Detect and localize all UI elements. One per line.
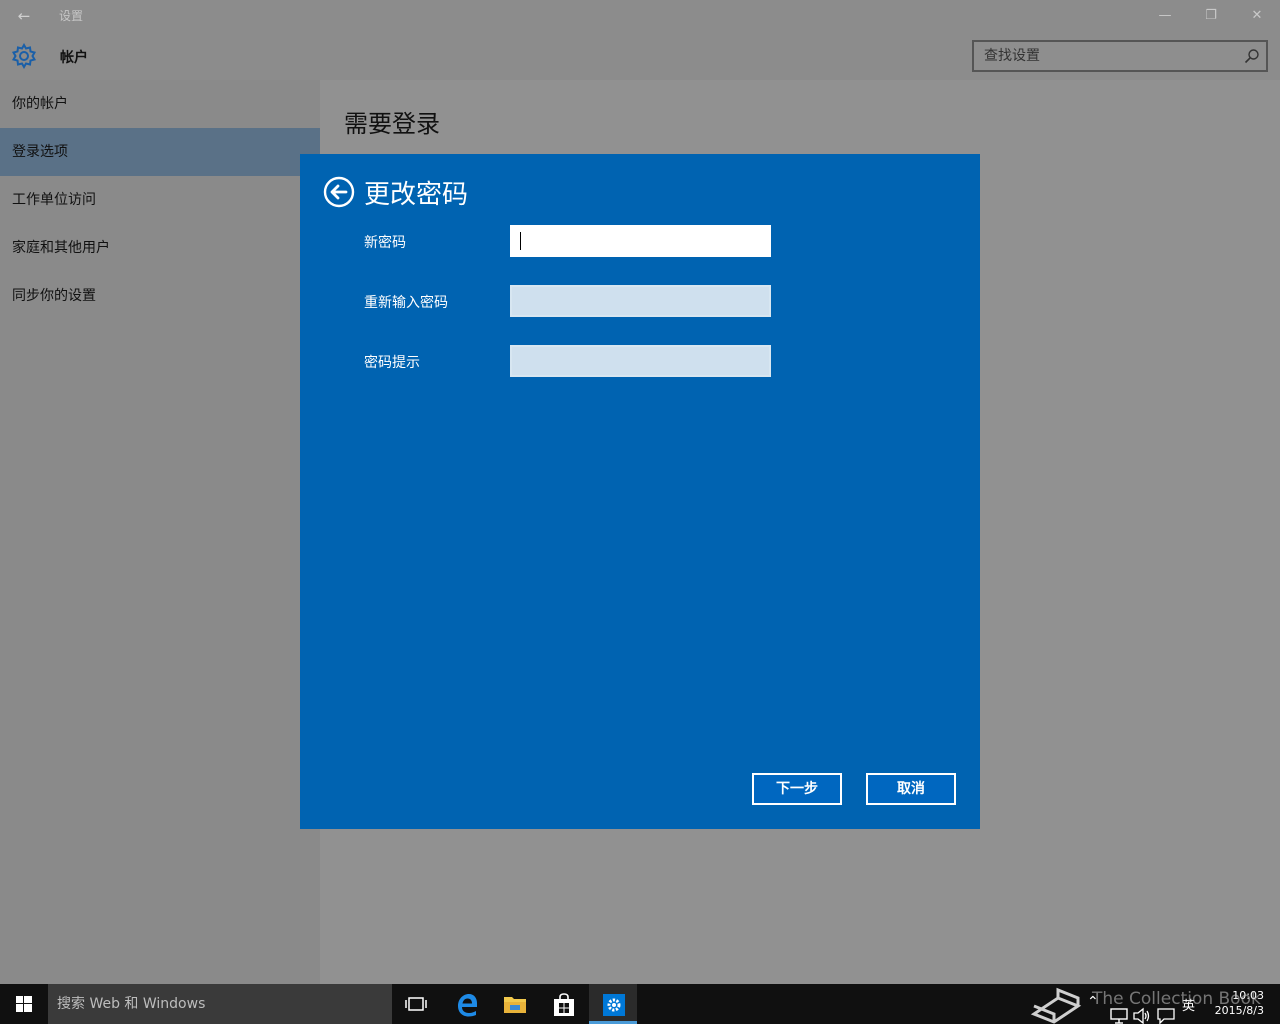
cancel-button[interactable]: 取消 <box>866 773 956 805</box>
text-caret <box>520 232 521 250</box>
header: 帐户 <box>0 32 1280 80</box>
page-title: 需要登录 <box>344 110 440 138</box>
password-hint-label: 密码提示 <box>364 355 420 371</box>
dialog-title: 更改密码 <box>364 180 469 210</box>
restore-button[interactable]: ❐ <box>1188 0 1234 32</box>
search-box[interactable] <box>972 40 1268 72</box>
sidebar-item-sync-settings[interactable]: 同步你的设置 <box>0 272 320 320</box>
book-logo-icon <box>1030 987 1082 1024</box>
title-bar: ← 设置 — ❐ ✕ <box>0 0 1280 32</box>
store-button[interactable] <box>539 984 587 1024</box>
sidebar-item-label: 家庭和其他用户 <box>12 240 110 256</box>
file-explorer-button[interactable] <box>490 984 538 1024</box>
minimize-button[interactable]: — <box>1142 0 1188 32</box>
section-title: 帐户 <box>60 50 88 66</box>
taskbar: 搜索 Web 和 Windows ⌃ 英 10:03 2015/8/3 <box>0 984 1280 1024</box>
back-button[interactable]: ← <box>8 3 40 29</box>
search-icon[interactable] <box>1244 48 1260 64</box>
reenter-password-input[interactable] <box>510 285 771 317</box>
reenter-password-label: 重新输入密码 <box>364 295 448 311</box>
window-controls: — ❐ ✕ <box>1142 0 1280 32</box>
new-password-label: 新密码 <box>364 235 406 251</box>
taskbar-search[interactable]: 搜索 Web 和 Windows <box>48 984 392 1024</box>
gear-icon <box>11 43 37 69</box>
task-view-icon <box>405 997 427 1011</box>
sidebar-item-label: 你的帐户 <box>12 96 68 112</box>
next-button[interactable]: 下一步 <box>752 773 842 805</box>
settings-app-button[interactable] <box>589 984 637 1024</box>
back-arrow-icon: ← <box>17 7 31 25</box>
sidebar-item-label: 同步你的设置 <box>12 288 96 304</box>
password-hint-input[interactable] <box>510 345 771 377</box>
watermark-text: The Collection Book <box>1092 989 1261 1009</box>
book-logo-watermark <box>1028 984 1088 1024</box>
sidebar-item-label: 工作单位访问 <box>12 192 96 208</box>
folder-icon <box>504 997 526 1013</box>
sidebar-item-label: 登录选项 <box>12 144 68 160</box>
store-bag-icon <box>554 993 574 1016</box>
edge-icon <box>458 994 477 1017</box>
sidebar-item-work-access[interactable]: 工作单位访问 <box>0 176 320 224</box>
search-input[interactable] <box>974 42 1266 70</box>
sidebar: 你的帐户 登录选项 工作单位访问 家庭和其他用户 同步你的设置 <box>0 80 320 984</box>
sidebar-item-family-users[interactable]: 家庭和其他用户 <box>0 224 320 272</box>
sidebar-item-sign-in-options[interactable]: 登录选项 <box>0 128 320 176</box>
start-button[interactable] <box>0 984 48 1024</box>
app-title: 设置 <box>59 9 84 23</box>
back-circle-arrow-icon[interactable] <box>323 176 355 208</box>
edge-browser-button[interactable] <box>442 984 490 1024</box>
new-password-input[interactable] <box>510 225 771 257</box>
close-button[interactable]: ✕ <box>1234 0 1280 32</box>
task-view-button[interactable] <box>392 984 440 1024</box>
sidebar-item-your-account[interactable]: 你的帐户 <box>0 80 320 128</box>
windows-logo-icon <box>16 996 32 1012</box>
change-password-dialog: 更改密码 新密码 重新输入密码 密码提示 下一步 取消 <box>300 154 980 829</box>
settings-gear-icon <box>603 994 625 1016</box>
